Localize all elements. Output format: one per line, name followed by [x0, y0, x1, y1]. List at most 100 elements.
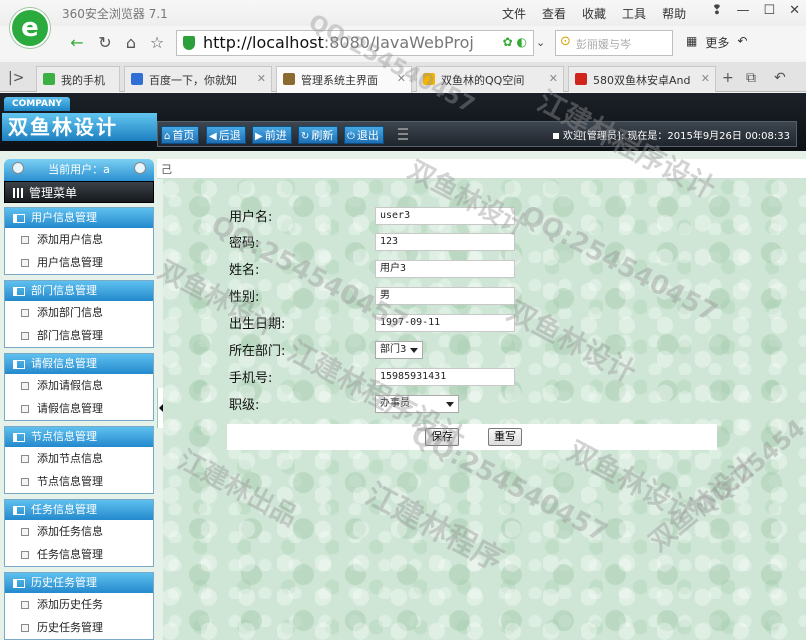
new-tab-icon[interactable]: +	[722, 70, 734, 86]
sidebar-item-manage-department[interactable]: 部门信息管理	[5, 324, 153, 347]
close-tab-icon[interactable]: ✕	[257, 72, 266, 85]
rank-select[interactable]: 办事员	[375, 395, 459, 413]
page-icon	[283, 73, 295, 85]
close-tab-icon[interactable]: ✕	[701, 72, 710, 85]
doc-icon	[21, 601, 29, 609]
panel-icon	[13, 214, 25, 223]
undo-icon[interactable]: ↶	[737, 34, 747, 51]
doc-icon	[21, 405, 29, 413]
refresh-button[interactable]: ↻ 刷新	[298, 126, 339, 144]
browser-logo-icon: e	[10, 8, 50, 48]
address-row: ← ↻ ⌂ ☆ http://localhost:8080/JavaWebPro…	[0, 26, 806, 60]
search-icon: ⊙	[560, 34, 571, 49]
field-label: 手机号:	[229, 371, 273, 386]
sidebar-item-add-history[interactable]: 添加历史任务	[5, 593, 153, 616]
maximize-icon[interactable]: ☐	[763, 3, 775, 18]
restore-tab-icon[interactable]: ⧉	[746, 70, 756, 86]
reset-button[interactable]: 重写	[488, 428, 522, 446]
url-text[interactable]: http://localhost:8080/JavaWebProject/log	[203, 33, 473, 52]
more-button[interactable]: 更多	[705, 34, 729, 51]
minimize-icon[interactable]: —	[736, 3, 749, 18]
undo-close-icon[interactable]: ↶	[774, 70, 786, 86]
search-placeholder: 彭丽媛与岑	[576, 38, 631, 51]
back-icon[interactable]: ←	[66, 32, 88, 54]
arrow-right-icon: ▶	[255, 131, 263, 142]
sidebar-item-add-task[interactable]: 添加任务信息	[5, 520, 153, 543]
address-bar[interactable]: http://localhost:8080/JavaWebProject/log…	[176, 30, 534, 56]
doc-icon	[21, 478, 29, 486]
brand-logo: 双鱼林设计	[2, 113, 157, 141]
name-input[interactable]: 用户3	[375, 260, 515, 278]
menu-help[interactable]: 帮助	[662, 5, 686, 22]
sidebar-group-title[interactable]: 历史任务管理	[5, 573, 153, 593]
sidebar-group-leave: 请假信息管理 添加请假信息 请假信息管理	[4, 353, 154, 421]
apps-icon[interactable]: ▦	[686, 34, 697, 51]
field-label: 用户名:	[229, 210, 273, 225]
tab-qzone[interactable]: 双鱼林的QQ空间 ✕	[416, 66, 564, 92]
favorite-star-icon[interactable]: ☆	[146, 32, 168, 54]
search-input[interactable]: ⊙ 彭丽媛与岑	[555, 30, 673, 56]
window-controls: ❢ — ☐ ✕	[712, 3, 800, 18]
menu-view[interactable]: 查看	[542, 5, 566, 22]
sidebar-item-manage-user[interactable]: 用户信息管理	[5, 251, 153, 274]
sidebar-item-add-leave[interactable]: 添加请假信息	[5, 374, 153, 397]
sidebar-group-user: 用户信息管理 添加用户信息 用户信息管理	[4, 207, 154, 275]
field-label: 出生日期:	[229, 317, 286, 332]
tab-my-phone[interactable]: 我的手机	[36, 66, 120, 92]
sidebar-item-add-user[interactable]: 添加用户信息	[5, 228, 153, 251]
sidebar-item-manage-history[interactable]: 历史任务管理	[5, 616, 153, 639]
field-label: 密码:	[229, 236, 260, 251]
sidebar-item-manage-node[interactable]: 节点信息管理	[5, 470, 153, 493]
username-input[interactable]: user3	[375, 207, 515, 225]
menu-file[interactable]: 文件	[502, 5, 526, 22]
password-input[interactable]: 123	[375, 233, 515, 251]
sidebar-group-title[interactable]: 节点信息管理	[5, 427, 153, 447]
department-select[interactable]: 部门3	[375, 341, 424, 359]
sidebar-item-manage-leave[interactable]: 请假信息管理	[5, 397, 153, 420]
baidu-icon	[131, 73, 143, 85]
reload-icon[interactable]: ↻	[94, 32, 116, 54]
sidebar-group-title[interactable]: 部门信息管理	[5, 281, 153, 301]
sidebar-group-title[interactable]: 任务信息管理	[5, 500, 153, 520]
tab-baidu[interactable]: 百度一下，你就知 ✕	[124, 66, 272, 92]
field-password: 密码: 123	[229, 231, 689, 253]
sidebar-item-add-department[interactable]: 添加部门信息	[5, 301, 153, 324]
sidebar-group-title[interactable]: 用户信息管理	[5, 208, 153, 228]
menu-header: 管理菜单	[4, 181, 154, 203]
field-department: 所在部门: 部门3	[229, 339, 689, 361]
save-button[interactable]: 保存	[425, 428, 459, 446]
gender-input[interactable]: 男	[375, 287, 515, 305]
pin-icon[interactable]: ❢	[712, 3, 723, 18]
doc-icon	[21, 382, 29, 390]
menu-favorites[interactable]: 收藏	[582, 5, 606, 22]
sidebar-group-history: 历史任务管理 添加历史任务 历史任务管理	[4, 572, 154, 640]
doc-icon	[21, 309, 29, 317]
back-button[interactable]: ◀ 后退	[206, 126, 246, 144]
phone-input[interactable]: 15985931431	[375, 368, 515, 386]
menu-tools[interactable]: 工具	[622, 5, 646, 22]
content-header: 己	[157, 159, 806, 179]
tab-list-icon[interactable]: |>	[8, 70, 24, 86]
tab-android[interactable]: 580双鱼林安卓And ✕	[568, 66, 716, 92]
home-icon[interactable]: ⌂	[120, 32, 142, 54]
field-label: 职级:	[229, 398, 260, 413]
field-username: 用户名: user3	[229, 205, 689, 227]
sidebar-group-title[interactable]: 请假信息管理	[5, 354, 153, 374]
close-icon[interactable]: ✕	[789, 3, 800, 18]
address-tools-icon[interactable]: ✿ ◐	[503, 35, 527, 49]
birthdate-input[interactable]: 1997-09-11	[375, 314, 515, 332]
power-icon: ⏻	[347, 131, 355, 142]
sidebar-item-add-node[interactable]: 添加节点信息	[5, 447, 153, 470]
close-tab-icon[interactable]: ✕	[549, 72, 558, 85]
chevron-down-icon[interactable]: ⌄	[536, 36, 545, 49]
sidebar: 当前用户：a 管理菜单 用户信息管理 添加用户信息 用户信息管理 部门信息管理 …	[4, 159, 154, 640]
page-banner: COMPANY 双鱼林设计 ⌂ 首页 ◀ 后退 ▶ 前进 ↻ 刷新 ⏻ 退出 欢迎[管理员…	[0, 93, 806, 151]
qzone-star-icon	[423, 73, 435, 85]
sidebar-item-manage-task[interactable]: 任务信息管理	[5, 543, 153, 566]
forward-button[interactable]: ▶ 前进	[252, 126, 292, 144]
grip-icon	[398, 128, 408, 140]
close-tab-icon[interactable]: ✕	[397, 72, 406, 85]
tab-admin-main[interactable]: 管理系统主界面 ✕	[276, 66, 412, 93]
home-button[interactable]: ⌂ 首页	[161, 126, 200, 144]
logout-button[interactable]: ⏻ 退出	[344, 126, 384, 144]
